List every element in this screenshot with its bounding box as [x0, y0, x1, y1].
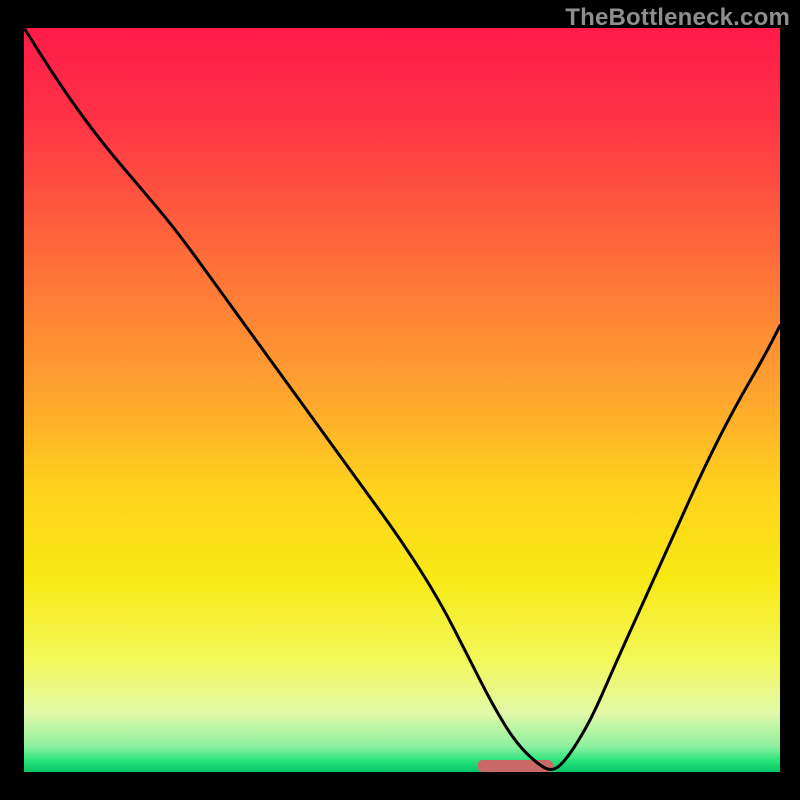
watermark-text: TheBottleneck.com [565, 4, 790, 32]
chart-stage: TheBottleneck.com [0, 0, 800, 800]
bottleneck-chart [0, 0, 800, 800]
plot-background [24, 28, 780, 772]
